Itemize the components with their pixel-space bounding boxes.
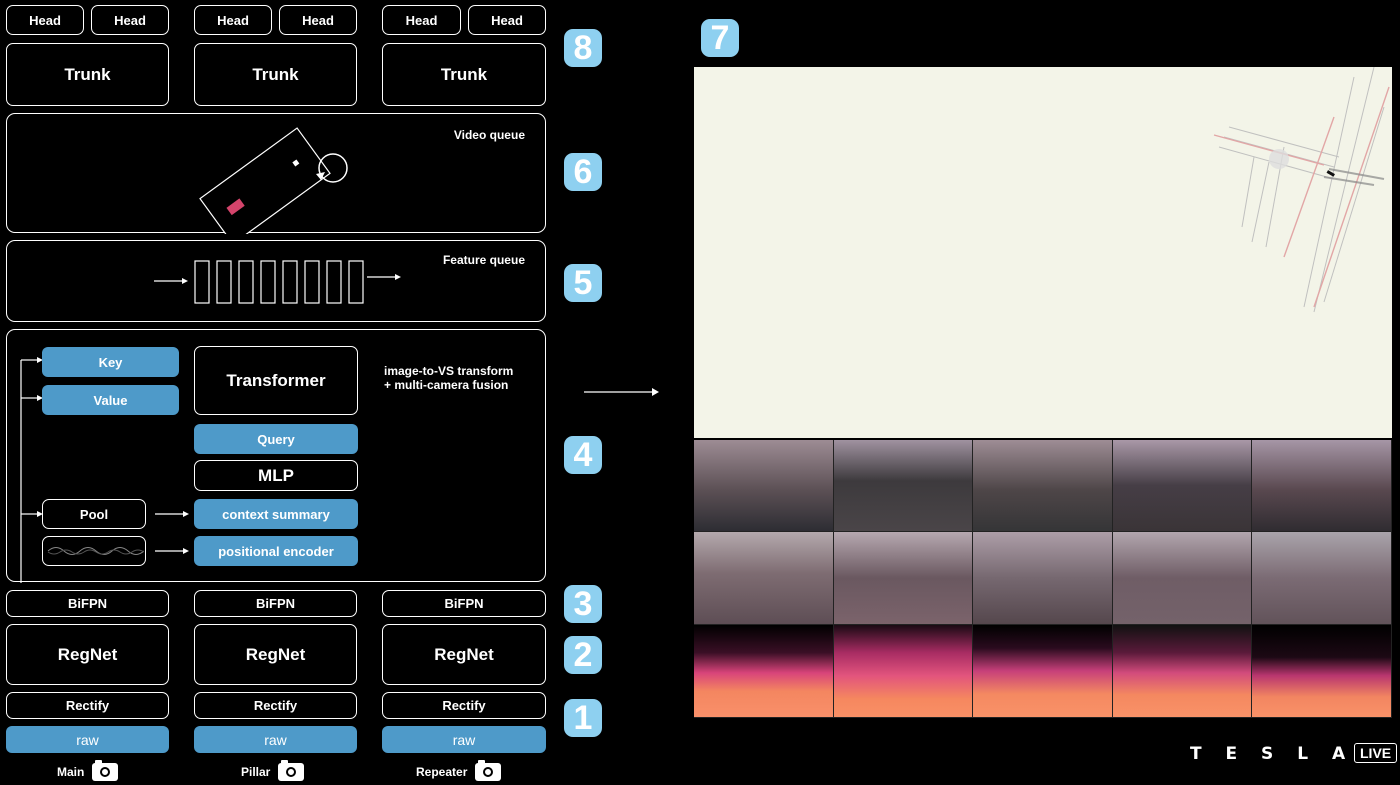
camera-icon [278, 760, 305, 781]
transformer-box: Transformer [194, 346, 358, 415]
output-arrow [584, 388, 659, 396]
wave-icon [47, 547, 144, 555]
bifpn-box-main: BiFPN [6, 590, 169, 617]
step-badge-3: 3 [564, 585, 602, 623]
video-queue-frame: Video queue [6, 113, 546, 234]
camera-repeater: Repeater [416, 760, 502, 781]
camera-icon [92, 760, 119, 781]
vector-space-map [694, 67, 1392, 438]
bifpn-box-pillar: BiFPN [194, 590, 357, 617]
feature-queue-illustration [154, 260, 401, 304]
depth-thumb [1252, 625, 1392, 718]
cam-thumb [1113, 440, 1252, 532]
regnet-box-repeater: RegNet [382, 624, 546, 685]
camera-thumbnail-grid [694, 440, 1392, 718]
raw-box-repeater: raw [382, 726, 546, 753]
cam-thumb [834, 532, 973, 625]
rectify-box-main: Rectify [6, 692, 169, 719]
feature-queue-frame: Feature queue [6, 240, 546, 322]
bifpn-box-repeater: BiFPN [382, 590, 546, 617]
head-box-4: Head [279, 5, 357, 35]
depth-thumb [1113, 625, 1252, 718]
raw-box-main: raw [6, 726, 169, 753]
camera-icon [475, 760, 502, 781]
head-box-5: Head [382, 5, 461, 35]
raw-box-pillar: raw [194, 726, 357, 753]
pool-box: Pool [42, 499, 146, 529]
step-badge-4: 4 [564, 436, 602, 474]
depth-thumb [973, 625, 1113, 718]
cam-thumb [973, 532, 1113, 625]
rectify-box-repeater: Rectify [382, 692, 546, 719]
step-badge-2: 2 [564, 636, 602, 674]
depth-thumb [694, 625, 834, 718]
head-box-6: Head [468, 5, 546, 35]
fusion-description-line1: image-to-VS transform [384, 364, 514, 378]
cam-thumb [1252, 440, 1392, 532]
step-badge-6: 6 [564, 153, 602, 191]
key-box: Key [42, 347, 179, 377]
live-badge: LIVE [1354, 743, 1398, 763]
step-badge-1: 1 [564, 699, 602, 737]
camera-main-label: Main [57, 765, 85, 779]
video-queue-illustration [199, 127, 348, 234]
context-summary-box: context summary [194, 499, 358, 529]
value-box: Value [42, 385, 179, 415]
head-box-3: Head [194, 5, 272, 35]
camera-pillar-label: Pillar [241, 765, 271, 779]
camera-repeater-label: Repeater [416, 765, 468, 779]
regnet-box-main: RegNet [6, 624, 169, 685]
fusion-description-line2: + multi-camera fusion [384, 378, 509, 392]
cam-thumb [694, 440, 834, 532]
cam-thumb [694, 532, 834, 625]
positional-wave-box [42, 536, 146, 566]
depth-thumb [834, 625, 973, 718]
mlp-box: MLP [194, 460, 358, 491]
step-badge-7: 7 [701, 19, 739, 57]
camera-pillar: Pillar [241, 760, 305, 781]
cam-thumb [1113, 532, 1252, 625]
trunk-box-pillar: Trunk [194, 43, 357, 106]
fusion-frame: Key Value Transformer image-to-VS transf… [6, 329, 546, 583]
tesla-wordmark: T E S L A [1190, 744, 1355, 764]
step-badge-5: 5 [564, 264, 602, 302]
cam-thumb [1252, 532, 1392, 625]
step-badge-8: 8 [564, 29, 602, 67]
positional-encoder-box: positional encoder [194, 536, 358, 566]
rectify-box-pillar: Rectify [194, 692, 357, 719]
cam-thumb [973, 440, 1113, 532]
head-box-1: Head [6, 5, 84, 35]
map-illustration [1213, 67, 1390, 313]
regnet-box-pillar: RegNet [194, 624, 357, 685]
trunk-box-repeater: Trunk [382, 43, 546, 106]
camera-main: Main [57, 760, 119, 781]
head-box-2: Head [91, 5, 169, 35]
cam-thumb [834, 440, 973, 532]
trunk-box-main: Trunk [6, 43, 169, 106]
query-box: Query [194, 424, 358, 454]
